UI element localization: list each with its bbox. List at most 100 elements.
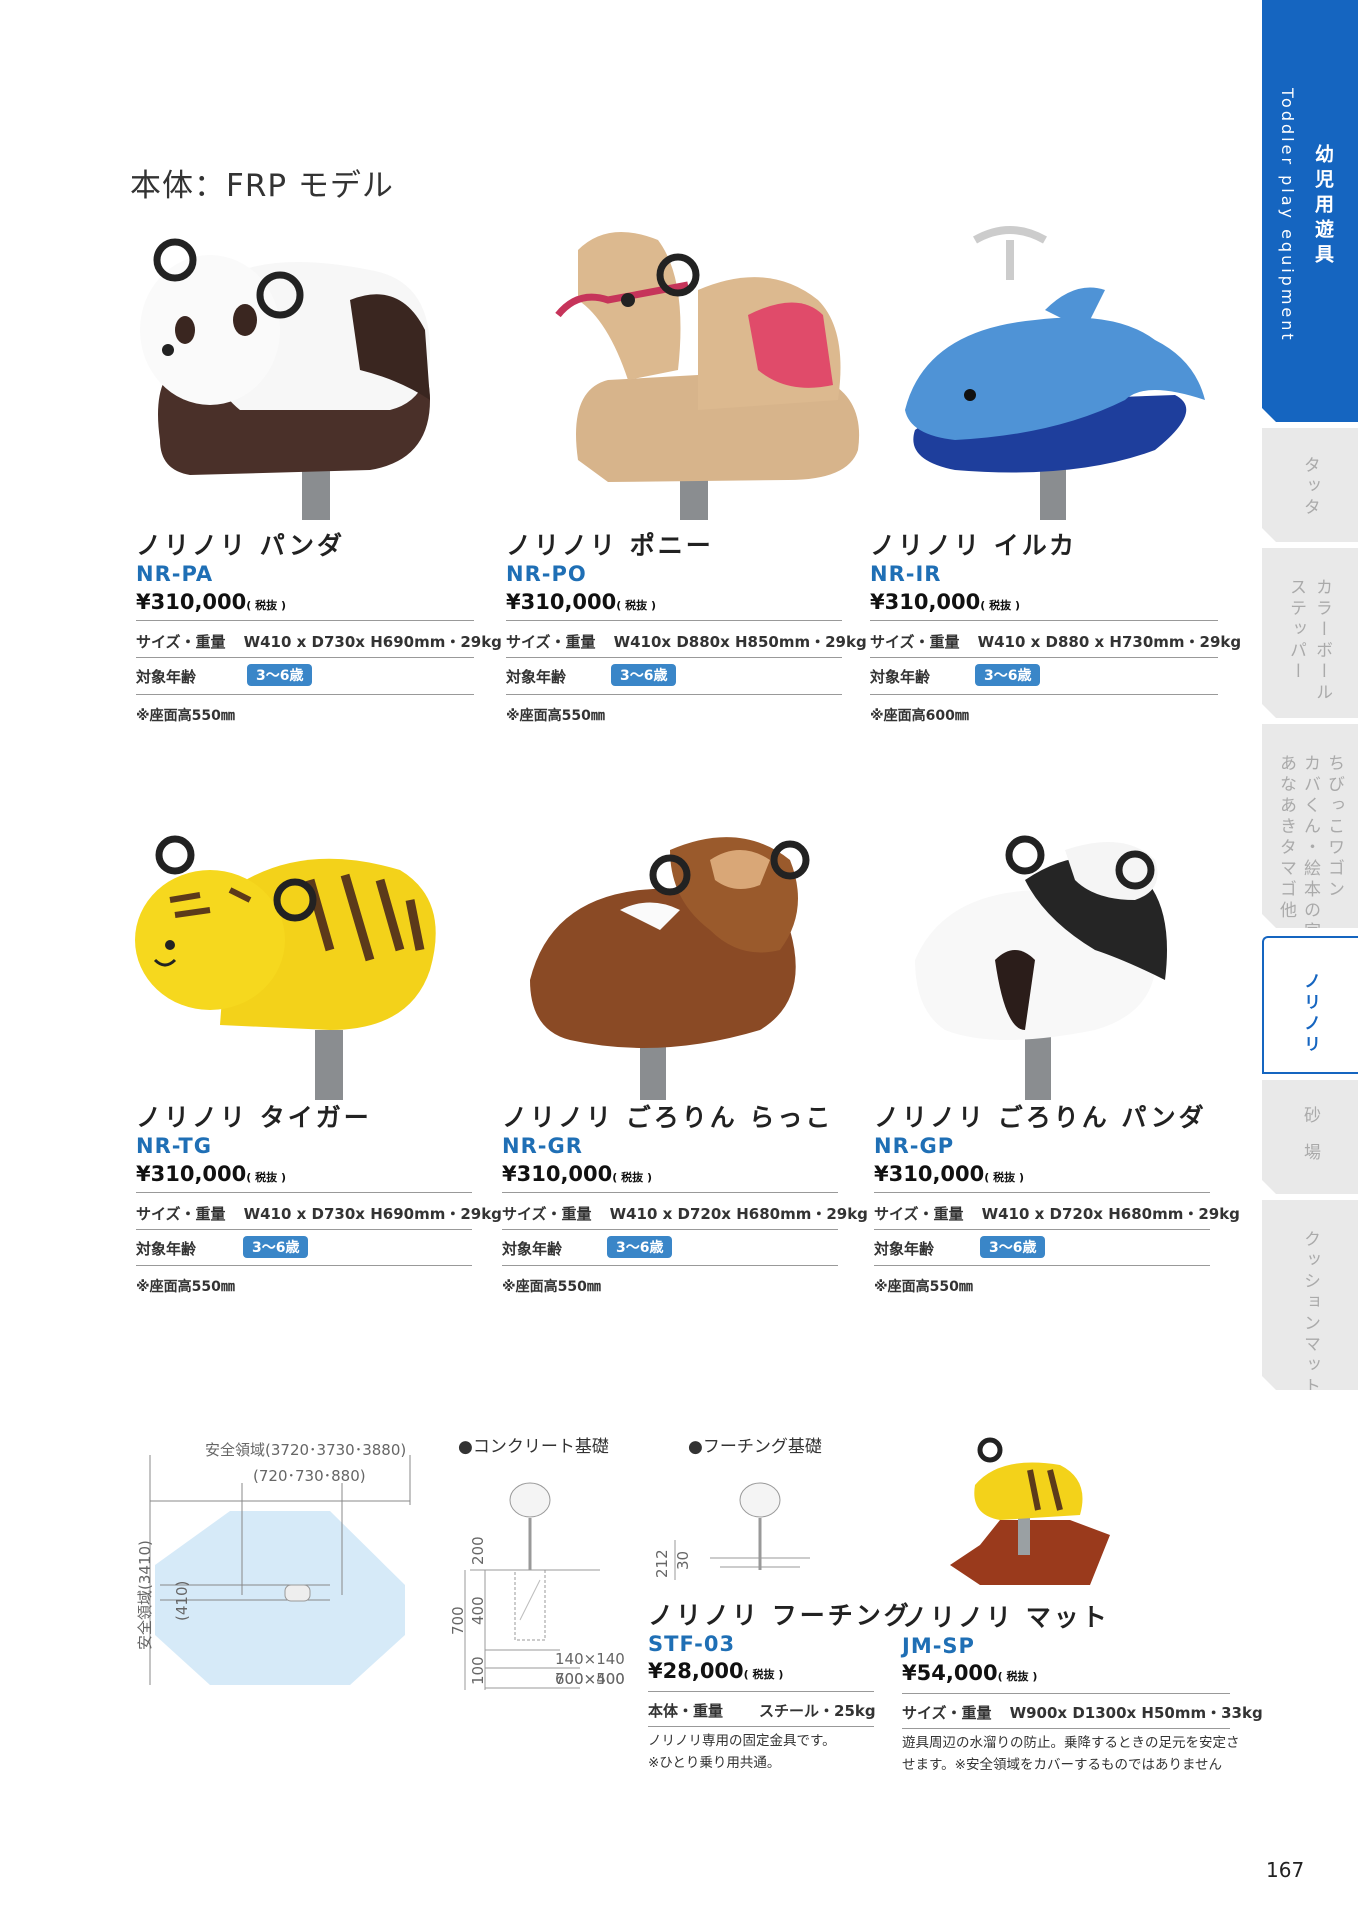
spec-value: W410 x D720x H680mm・29kg — [981, 1205, 1240, 1223]
side-tab-wagon[interactable]: ちびっこワゴン カバくん・絵本の家 あなあきタマゴ他 — [1262, 724, 1358, 928]
spec-age-label: 対象年齢 — [136, 668, 197, 686]
product-code: NR-PO — [506, 562, 587, 586]
spec-value: W900x D1300x H50mm・33kg — [1009, 1704, 1263, 1722]
product-price: ¥310,000( 税抜 ) — [874, 1162, 1024, 1186]
side-tab-tatta-label: タッタ — [1300, 456, 1320, 519]
product-name: ノリノリ ポニー — [506, 531, 714, 560]
divider — [870, 694, 1218, 695]
accessory-code: STF-03 — [648, 1632, 736, 1656]
divider — [902, 1693, 1230, 1694]
seat-height-note: ※座面高550㎜ — [506, 708, 605, 724]
product-name: ノリノリ パンダ — [136, 531, 345, 560]
spec-age-label: 対象年齢 — [136, 1240, 197, 1258]
safety-side-inner: (410) — [173, 1581, 191, 1621]
product-code: NR-IR — [870, 562, 942, 586]
accessory-code: JM-SP — [902, 1634, 975, 1658]
product-photo-mat — [950, 1437, 1110, 1585]
product-name: ノリノリ ごろりん パンダ — [874, 1103, 1207, 1132]
price-value: ¥310,000 — [136, 590, 247, 614]
spec-label: サイズ・重量 — [902, 1704, 992, 1722]
dim-400: 400 — [469, 1596, 487, 1625]
divider — [136, 694, 474, 695]
desc-line: せます。※安全領域をカバーするものではありません — [902, 1757, 1223, 1773]
divider — [502, 1265, 838, 1266]
side-tab-norinori[interactable]: ノリノリ — [1262, 936, 1358, 1074]
seat-height-note: ※座面高600㎜ — [870, 708, 969, 724]
concrete-foundation-title: ●コンクリート基礎 — [458, 1437, 609, 1457]
divider — [870, 620, 1218, 621]
spec-size: サイズ・重量 W410 x D720x H680mm・29kg — [874, 1203, 1240, 1224]
desc-line: ※ひとり乗り用共通。 — [648, 1755, 781, 1771]
desc-line: ノリノリ専用の固定金具です。 — [648, 1733, 836, 1749]
dim-200: 200 — [469, 1536, 487, 1565]
spec-label: サイズ・重量 — [506, 633, 596, 651]
product-code: NR-PA — [136, 562, 214, 586]
side-tab-sandbox-label: 砂場 — [1300, 1106, 1320, 1180]
age-badge: 3～6歳 — [247, 664, 313, 686]
accessory-desc: ノリノリ専用の固定金具です。 ※ひとり乗り用共通。 — [648, 1730, 836, 1774]
desc-line: 遊具周辺の水溜りの防止。乗降するときの足元を安定さ — [902, 1735, 1240, 1751]
side-tab-tatta[interactable]: タッタ — [1262, 428, 1358, 542]
side-tab-norinori-label: ノリノリ — [1300, 972, 1320, 1056]
side-tab-cushion[interactable]: クッションマット — [1262, 1200, 1358, 1390]
divider — [648, 1691, 874, 1692]
tax-note: ( 税抜 ) — [984, 1171, 1024, 1184]
spec-age-label: 対象年齢 — [502, 1240, 563, 1258]
safety-inner-label: (720･730･880) — [253, 1467, 366, 1485]
product-photo-otter — [530, 837, 810, 1100]
product-code: NR-GR — [502, 1134, 583, 1158]
seat-height-note: ※座面高550㎜ — [502, 1279, 601, 1295]
age-badge: 3～6歳 — [611, 664, 677, 686]
side-tab-toddler[interactable]: 幼児用遊具 Toddler play equipment — [1262, 0, 1358, 422]
spec-value: W410 x D730x H690mm・29kg — [243, 1205, 502, 1223]
spec-size: サイズ・重量 W410 x D720x H680mm・29kg — [502, 1203, 868, 1224]
spec-label: 本体・重量 — [648, 1702, 724, 1720]
tax-note: ( 税抜 ) — [980, 599, 1020, 612]
accessory-spec: サイズ・重量 W900x D1300x H50mm・33kg — [902, 1702, 1263, 1723]
price-value: ¥310,000 — [874, 1162, 985, 1186]
seat-height-note: ※座面高550㎜ — [136, 708, 235, 724]
side-tab-toddler-sub: Toddler play equipment — [1278, 88, 1297, 343]
side-tab-wagon-label1: ちびっこワゴン — [1324, 754, 1344, 901]
divider — [874, 1192, 1210, 1193]
price-value: ¥54,000 — [902, 1661, 998, 1685]
spec-label: サイズ・重量 — [136, 1205, 226, 1223]
spec-age-label: 対象年齢 — [870, 668, 931, 686]
dim-30: 30 — [674, 1551, 692, 1570]
accessory-desc: 遊具周辺の水溜りの防止。乗降するときの足元を安定さ せます。※安全領域をカバーする… — [902, 1732, 1240, 1776]
product-photo-pony — [555, 232, 860, 520]
concrete-foundation-diagram: 200 400 700 100 140×140 600×400 — [449, 1482, 625, 1690]
spec-label: サイズ・重量 — [870, 633, 960, 651]
divider — [506, 620, 842, 621]
divider — [874, 1229, 1210, 1230]
dim-700x500: 700×500 — [555, 1670, 625, 1688]
dim-100: 100 — [469, 1656, 487, 1685]
product-code: NR-TG — [136, 1134, 212, 1158]
spec-label: サイズ・重量 — [874, 1205, 964, 1223]
side-tab-colorball[interactable]: カラーボール ステッパー — [1262, 548, 1358, 718]
footing-foundation-title: ●フーチング基礎 — [688, 1437, 822, 1457]
divider — [648, 1726, 874, 1727]
seat-height-note: ※座面高550㎜ — [136, 1279, 235, 1295]
side-tab-sandbox[interactable]: 砂場 — [1262, 1080, 1358, 1194]
tax-note: ( 税抜 ) — [612, 1171, 652, 1184]
age-badge: 3～6歳 — [607, 1236, 673, 1258]
seat-height-note: ※座面高550㎜ — [874, 1279, 973, 1295]
spec-age-label: 対象年齢 — [506, 668, 567, 686]
accessory-price: ¥28,000( 税抜 ) — [648, 1659, 783, 1683]
divider — [874, 1265, 1210, 1266]
product-price: ¥310,000( 税抜 ) — [502, 1162, 652, 1186]
age-badge: 3～6歳 — [980, 1236, 1046, 1258]
product-code: NR-GP — [874, 1134, 955, 1158]
divider — [136, 1229, 472, 1230]
product-price: ¥310,000( 税抜 ) — [506, 590, 656, 614]
spec-age-label: 対象年齢 — [874, 1240, 935, 1258]
product-photo-panda — [140, 238, 430, 520]
side-tab-cushion-label: クッションマット — [1300, 1230, 1320, 1398]
safety-side-label: 安全領域(3410) — [136, 1540, 154, 1650]
product-photo-gorolin-panda — [915, 835, 1167, 1100]
product-name: ノリノリ ごろりん らっこ — [502, 1103, 834, 1132]
divider — [502, 1229, 838, 1230]
price-value: ¥310,000 — [502, 1162, 613, 1186]
price-value: ¥310,000 — [136, 1162, 247, 1186]
